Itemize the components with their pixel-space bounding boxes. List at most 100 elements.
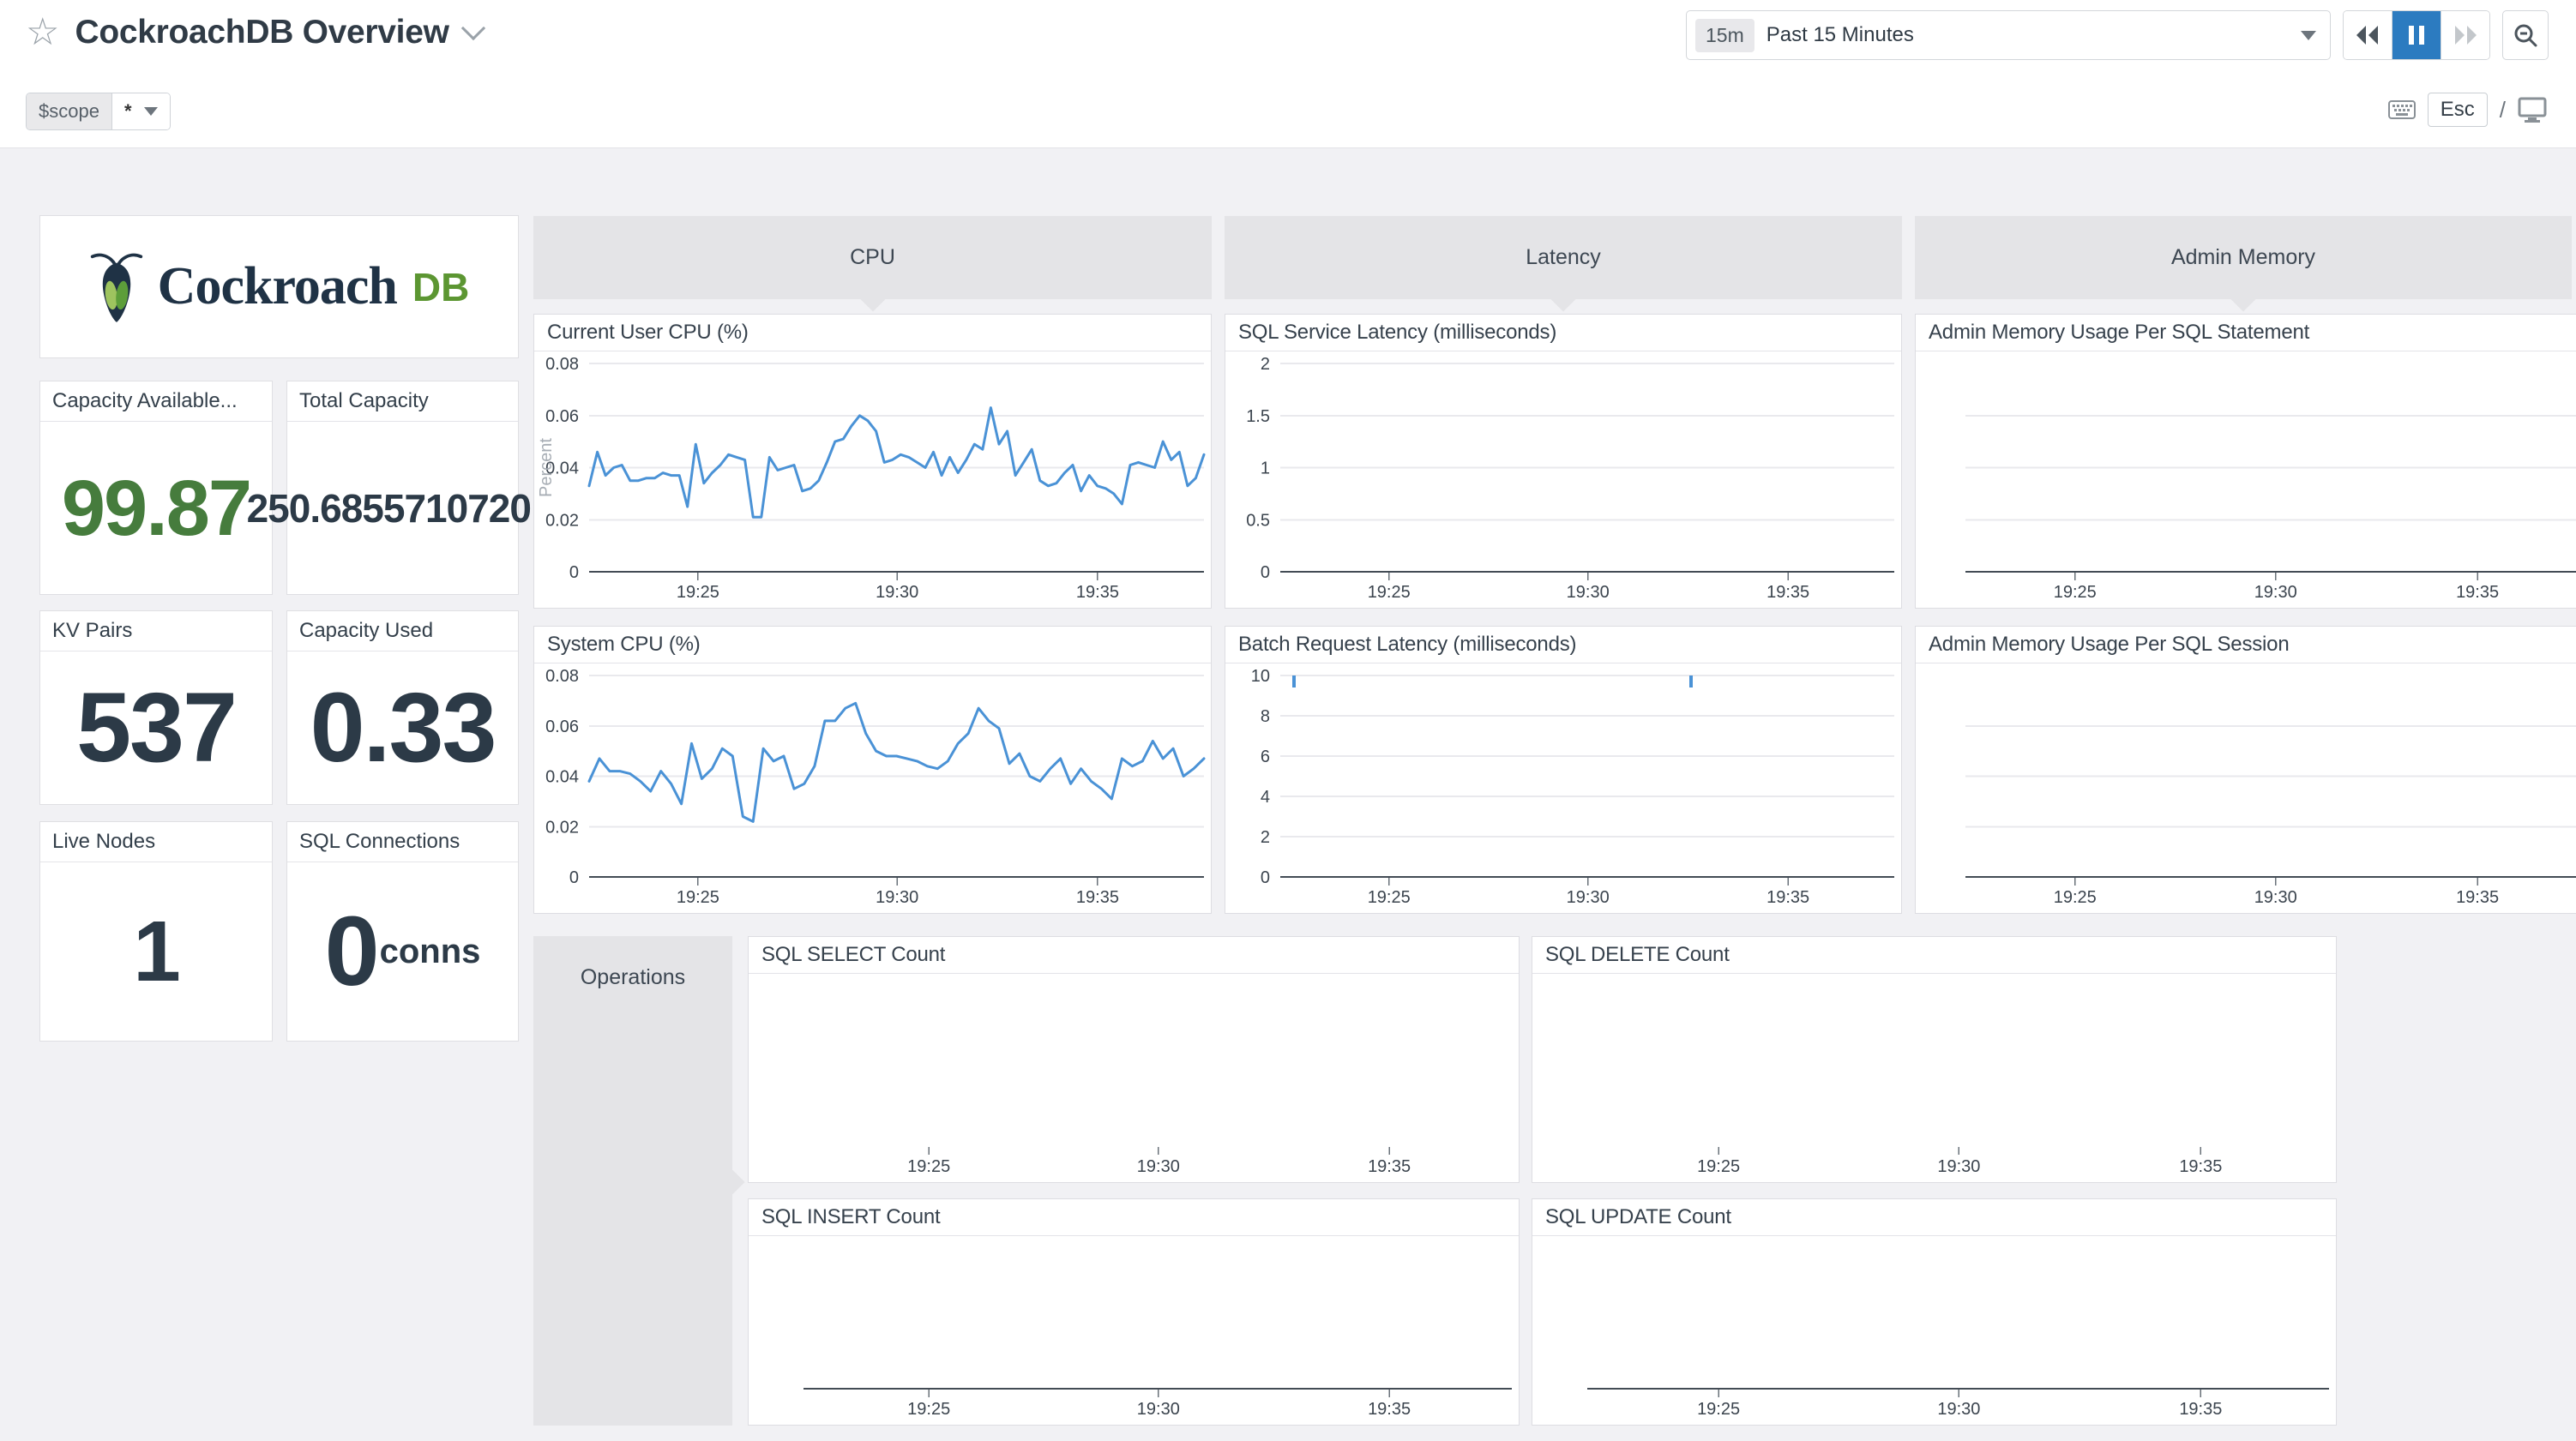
stat-value: 250.6855710720 [247,489,531,528]
svg-text:8: 8 [1261,707,1270,726]
chart-panel-sql-delete-count[interactable]: SQL DELETE Count19:2519:3019:35 [1532,936,2337,1183]
cockroachdb-logo-widget[interactable]: Cockroach DB [39,215,519,358]
cockroach-logo-icon [89,250,144,324]
chart-title: SQL INSERT Count [749,1199,1519,1236]
zoom-out-button[interactable] [2502,10,2549,60]
stat-label: SQL Connections [287,822,518,862]
group-header-admin-memory[interactable]: Admin Memory [1915,216,2572,299]
stat-value: 537 [76,679,236,778]
stat-card-capacity-used[interactable]: Capacity Used 0.33 [286,610,519,805]
svg-text:19:35: 19:35 [2456,583,2499,602]
scope-variable-selector[interactable]: $scope * [26,93,171,130]
svg-text:19:25: 19:25 [2054,583,2097,602]
svg-text:0: 0 [1261,868,1270,887]
stat-card-kv-pairs[interactable]: KV Pairs 537 [39,610,273,805]
svg-text:19:25: 19:25 [1368,583,1411,602]
chart-panel-sql-update-count[interactable]: SQL UPDATE Count19:2519:3019:35 [1532,1198,2337,1426]
rewind-icon [2355,24,2380,46]
chart-panel-sql-service-latency[interactable]: SQL Service Latency (milliseconds)00.511… [1225,314,1902,609]
stat-label: KV Pairs [40,611,272,651]
chart-panel-admin-memory-session[interactable]: Admin Memory Usage Per SQL Session19:251… [1915,626,2576,914]
svg-text:19:35: 19:35 [1368,1157,1411,1176]
chart-plot: 19:2519:3019:35 [1916,663,2576,913]
stat-value: 0.33 [310,679,496,778]
chart-title: System CPU (%) [534,627,1211,663]
chart-panel-sql-select-count[interactable]: SQL SELECT Count19:2519:3019:35 [748,936,1520,1183]
time-range-badge: 15m [1695,19,1754,52]
svg-text:10: 10 [1251,667,1270,686]
esc-key: Esc [2428,93,2488,127]
svg-text:19:25: 19:25 [677,888,719,907]
svg-text:0.06: 0.06 [545,717,579,736]
svg-text:1: 1 [1261,459,1270,478]
chart-plot: 024681019:2519:3019:35 [1225,663,1901,913]
svg-text:19:30: 19:30 [876,583,918,602]
svg-text:19:35: 19:35 [1076,583,1119,602]
svg-text:19:30: 19:30 [1137,1157,1180,1176]
stat-label: Total Capacity [287,381,518,422]
dashboard-title-row: ☆ CockroachDB Overview [26,14,482,51]
chart-title: Current User CPU (%) [534,315,1211,351]
scope-variable-name: $scope [27,93,112,129]
group-header-latency[interactable]: Latency [1225,216,1902,299]
chart-plot: 19:2519:3019:35 [749,974,1519,1182]
chart-plot: 00.020.040.060.0819:2519:3019:35Percent [534,351,1211,608]
group-label: Admin Memory [2171,245,2315,270]
stat-card-capacity-available[interactable]: Capacity Available... 99.87 [39,381,273,595]
svg-text:0.02: 0.02 [545,818,579,837]
rewind-button[interactable] [2344,11,2392,59]
chart-panel-batch-request-latency[interactable]: Batch Request Latency (milliseconds)0246… [1225,626,1902,914]
logo-suffix-text: DB [412,264,469,310]
pause-icon [2407,24,2426,46]
svg-text:19:30: 19:30 [1937,1400,1980,1419]
chart-title: Admin Memory Usage Per SQL Session [1916,627,2576,663]
scope-variable-value[interactable]: * [112,93,170,129]
keyboard-icon[interactable] [2388,99,2416,120]
svg-text:19:30: 19:30 [2254,583,2297,602]
stat-unit: conns [380,934,481,969]
favorite-star-icon[interactable]: ☆ [26,14,59,51]
chart-panel-admin-memory-statement[interactable]: Admin Memory Usage Per SQL Statement19:2… [1915,314,2576,609]
dropdown-caret-icon [144,107,158,116]
logo-brand-text: Cockroach [158,256,397,317]
svg-text:1.5: 1.5 [1246,407,1270,426]
svg-text:19:30: 19:30 [1567,888,1610,907]
svg-text:19:30: 19:30 [1567,583,1610,602]
chart-panel-sql-insert-count[interactable]: SQL INSERT Count19:2519:3019:35 [748,1198,1520,1426]
svg-text:19:35: 19:35 [1766,888,1809,907]
shortcut-hints: Esc / [2388,93,2547,127]
svg-text:0.02: 0.02 [545,511,579,530]
svg-text:0: 0 [569,563,579,582]
svg-text:19:35: 19:35 [2456,888,2499,907]
fast-forward-button[interactable] [2441,11,2489,59]
chart-panel-system-cpu[interactable]: System CPU (%)00.020.040.060.0819:2519:3… [533,626,1212,914]
page-title[interactable]: CockroachDB Overview [75,14,448,51]
stat-card-live-nodes[interactable]: Live Nodes 1 [39,821,273,1042]
pause-button[interactable] [2392,11,2441,59]
group-header-cpu[interactable]: CPU [533,216,1212,299]
template-variable-row: $scope * [26,93,171,130]
svg-text:2: 2 [1261,828,1270,847]
group-label: Operations [533,965,732,990]
time-range-picker[interactable]: 15m Past 15 Minutes [1686,10,2331,60]
svg-text:19:35: 19:35 [1076,888,1119,907]
svg-text:0.06: 0.06 [545,407,579,426]
group-label: CPU [850,245,895,270]
svg-text:Percent: Percent [537,438,556,497]
stat-card-total-capacity[interactable]: Total Capacity 250.6855710720GB [286,381,519,595]
svg-text:2: 2 [1261,355,1270,374]
group-header-operations[interactable]: Operations [533,936,732,1426]
chevron-down-icon[interactable] [460,16,485,40]
stat-card-sql-connections[interactable]: SQL Connections 0conns [286,821,519,1042]
stat-value: 99.87 [62,469,250,548]
svg-text:0.08: 0.08 [545,667,579,686]
chart-title: SQL DELETE Count [1532,937,2336,974]
monitor-icon[interactable] [2518,97,2547,123]
svg-text:19:30: 19:30 [1937,1157,1980,1176]
svg-text:19:35: 19:35 [2179,1400,2222,1419]
svg-text:19:25: 19:25 [677,583,719,602]
chart-panel-current-user-cpu[interactable]: Current User CPU (%)00.020.040.060.0819:… [533,314,1212,609]
svg-text:19:35: 19:35 [1766,583,1809,602]
svg-text:0: 0 [569,868,579,887]
svg-text:4: 4 [1261,788,1270,807]
